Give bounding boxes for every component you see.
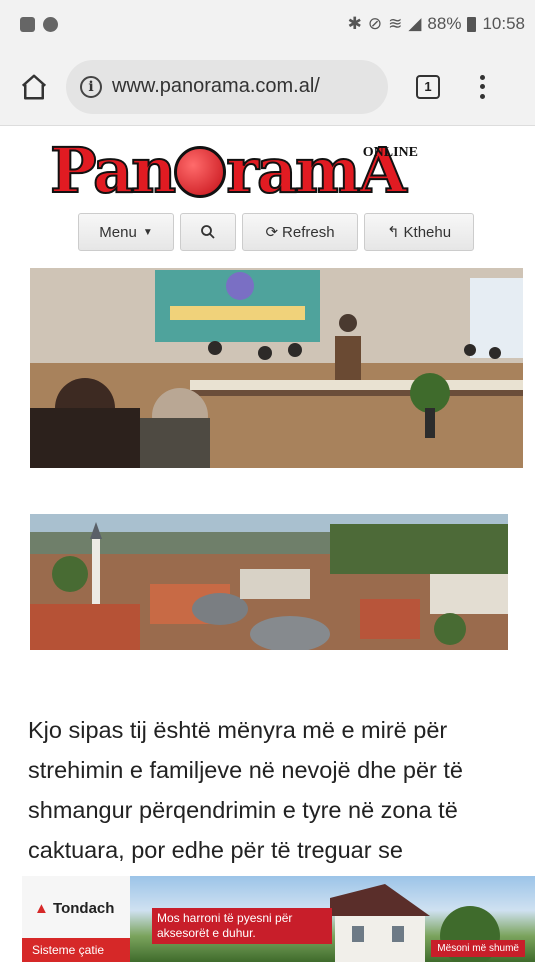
search-button[interactable] xyxy=(180,213,236,251)
menu-label: Menu xyxy=(99,223,137,241)
refresh-label: Refresh xyxy=(282,223,335,241)
article-photo-conference[interactable] xyxy=(30,268,523,468)
article-photo-city[interactable] xyxy=(30,514,508,650)
back-button[interactable]: ↰ Kthehu xyxy=(364,213,474,251)
clock: 10:58 xyxy=(482,14,525,33)
home-button[interactable] xyxy=(12,65,56,109)
battery-icon xyxy=(467,16,477,32)
article-body: Kjo sipas tij është mënyra më e mirë për… xyxy=(28,717,463,863)
ad-brand-label: Tondach xyxy=(53,900,115,917)
globe-icon xyxy=(174,146,227,198)
search-icon xyxy=(201,225,215,239)
city-photo-illustration xyxy=(30,514,508,650)
browser-toolbar: i www.panorama.com.al/ 1 xyxy=(0,48,535,126)
app-notification-icon xyxy=(43,16,58,32)
mute-icon: ⊘ xyxy=(367,14,383,33)
wifi-icon: ≋ xyxy=(388,14,403,33)
info-icon[interactable]: i xyxy=(80,75,102,98)
notification-icons xyxy=(20,16,58,32)
signal-icon: ◢ xyxy=(408,14,422,33)
site-nav: Menu ▼ ⟳ Refresh ↰ Kthehu xyxy=(78,213,474,251)
conference-photo-illustration xyxy=(30,268,523,468)
refresh-button[interactable]: ⟳ Refresh xyxy=(242,213,358,251)
status-bar: ✱ ⊘ ≋ ◢ 88% 10:58 xyxy=(0,0,535,48)
notification-icon xyxy=(20,16,35,32)
tabs-icon[interactable]: 1 xyxy=(416,74,440,99)
address-bar[interactable]: i www.panorama.com.al/ xyxy=(66,59,388,114)
refresh-icon: ⟳ xyxy=(265,224,279,241)
logo-tagline: ONLINE xyxy=(362,145,418,160)
reply-icon: ↰ xyxy=(386,224,400,241)
system-indicators: ✱ ⊘ ≋ ◢ 88% 10:58 xyxy=(348,14,525,34)
overflow-menu-icon[interactable] xyxy=(476,72,488,102)
logo-wordmark: Pan ramA xyxy=(49,134,408,208)
home-icon xyxy=(21,74,47,99)
chevron-down-icon: ▼ xyxy=(142,226,153,238)
tondach-logo-icon: ▲ xyxy=(34,900,49,917)
back-label: Kthehu xyxy=(403,223,452,241)
url-text: www.panorama.com.al/ xyxy=(112,75,320,97)
ad-message: Mos harroni të pyesni për aksesorët e du… xyxy=(152,908,332,944)
ad-cta-button[interactable]: Mësoni më shumë xyxy=(431,940,525,957)
ad-subtitle: Sisteme çatie xyxy=(22,938,130,962)
ad-banner[interactable]: ▲ Tondach Sisteme çatie Mos harroni të p… xyxy=(22,876,535,962)
battery-percent: 88% xyxy=(427,14,462,33)
ad-brand: ▲ Tondach xyxy=(34,900,114,917)
menu-button[interactable]: Menu ▼ xyxy=(78,213,174,251)
bluetooth-icon: ✱ xyxy=(347,14,362,33)
site-logo[interactable]: Pan ramA ONLINE xyxy=(49,134,502,208)
